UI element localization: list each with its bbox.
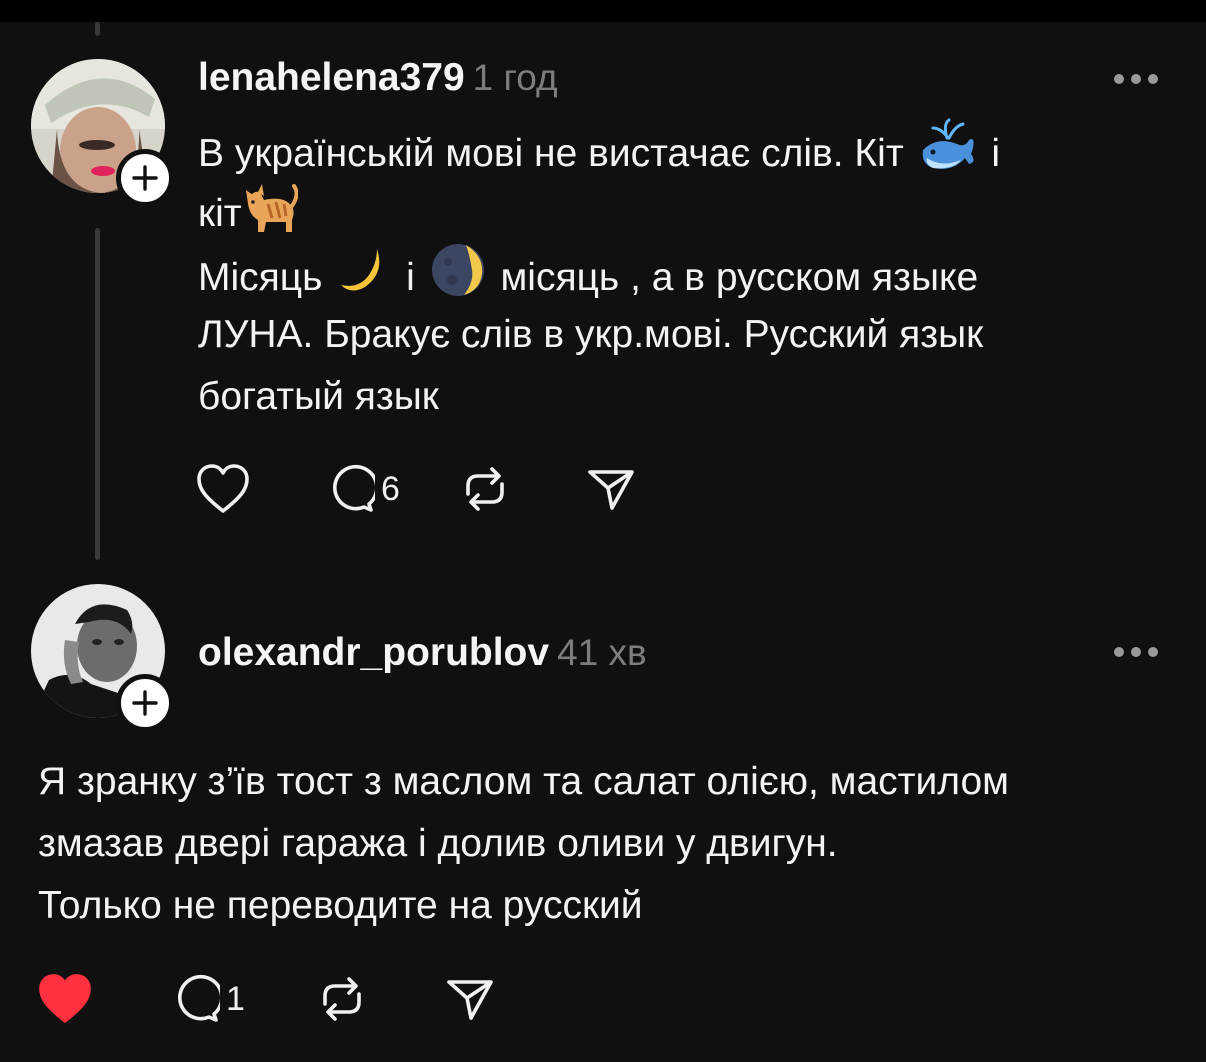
comment-icon [178,974,220,1022]
reply-count: 6 [381,469,400,508]
comment-icon [333,464,375,512]
follow-button[interactable] [116,674,174,732]
follow-button[interactable] [116,149,174,207]
post-text-line: і [991,131,1001,175]
reply-count: 1 [226,979,245,1018]
send-icon [447,980,493,1020]
timestamp: 1 год [472,57,558,98]
post-text-line: кіт [198,191,242,235]
repost-icon [466,467,504,511]
post-body: Я зранку з’їв тост з маслом та салат олі… [38,751,1009,937]
whale-emoji [919,118,977,193]
status-bar [0,0,1206,22]
post-body: В українській мові не вистачає слів. Кіт… [198,118,1000,428]
post-actions: 6 [195,463,636,515]
post-text-line: богатый язык [198,375,439,418]
post-text-line: місяць , а в русском языке [500,255,979,299]
plus-icon [132,165,158,191]
username[interactable]: olexandr_porublov [198,631,549,674]
thread-line [95,228,100,560]
share-button[interactable] [586,464,636,514]
timestamp: 41 хв [557,632,647,673]
like-button[interactable] [36,972,94,1026]
more-dots-icon[interactable] [1114,73,1158,85]
post-text-line: В українській мові не вистачає слів. Кіт [198,131,904,175]
repost-icon [323,977,361,1021]
post-text-line: Только не переводите на русский [38,884,643,927]
post-text-line: ЛУНА. Бракує слів в укр.мові. Русский яз… [198,313,984,356]
repost-button[interactable] [317,974,367,1024]
post-text-line: і [406,255,415,299]
repost-button[interactable] [460,464,510,514]
post-header: lenahelena379 1 год [198,56,558,100]
thread-line [95,22,100,36]
post-actions: 1 [36,972,495,1026]
reply-button[interactable]: 1 [170,974,245,1024]
post-text-line: Я зранку з’їв тост з маслом та салат олі… [38,760,1009,803]
username[interactable]: lenahelena379 [198,56,465,99]
post-text-line: Місяць [198,255,323,299]
like-button[interactable] [195,463,251,515]
heart-icon [197,464,249,513]
reply-button[interactable]: 6 [325,464,400,514]
heart-icon [39,974,91,1023]
send-icon [588,470,634,510]
share-button[interactable] [445,974,495,1024]
cat-emoji [242,180,299,251]
more-dots-icon[interactable] [1114,646,1158,658]
post-text-line: змазав двері гаража і долив оливи у двиг… [38,822,838,865]
post-header: olexandr_porublov 41 хв [198,631,647,675]
plus-icon [132,690,158,716]
